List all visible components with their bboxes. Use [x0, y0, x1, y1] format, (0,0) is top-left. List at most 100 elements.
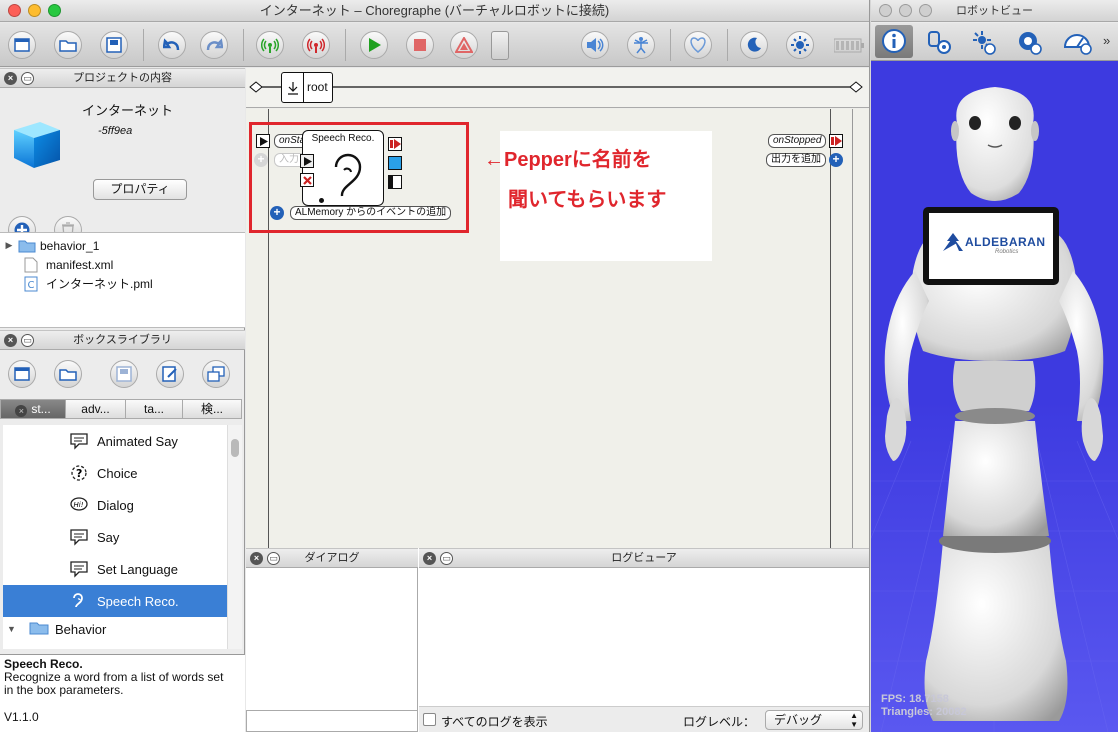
- tree-item-label: インターネット.pml: [46, 277, 153, 291]
- list-item[interactable]: Speech Reco.: [3, 585, 227, 617]
- stop-output-icon: [830, 136, 842, 146]
- close-window-button[interactable]: [879, 4, 892, 17]
- robot-joints-icon[interactable]: [926, 29, 952, 55]
- library-scrollbar[interactable]: [227, 425, 242, 649]
- tab-standard[interactable]: × st...: [0, 399, 66, 419]
- box-version: V1.1.0: [4, 710, 39, 724]
- minimize-window-button[interactable]: [28, 4, 41, 17]
- settings-gear-icon[interactable]: [1016, 29, 1042, 55]
- tree-item-folder[interactable]: ▶ behavior_1: [0, 236, 100, 255]
- tab-label: 検...: [200, 402, 223, 416]
- detach-panel-icon[interactable]: ▭: [440, 552, 453, 565]
- open-project-button[interactable]: [54, 31, 82, 59]
- window-icon: [14, 38, 30, 52]
- tree-item-file[interactable]: manifest.xml: [24, 255, 113, 274]
- library-options-button[interactable]: [202, 360, 230, 388]
- more-tools-icon[interactable]: »: [1103, 33, 1110, 48]
- motors-button[interactable]: [627, 31, 655, 59]
- robot-3d-view[interactable]: ALDEBARAN Robotics FPS: 18.7158 Triangle…: [871, 61, 1118, 732]
- tab-search[interactable]: 検...: [182, 399, 242, 419]
- debug-button[interactable]: [450, 31, 478, 59]
- box-library-header: × ▭ ボックスライブラリ: [0, 330, 245, 350]
- new-project-button[interactable]: [8, 31, 36, 59]
- flow-graph[interactable]: onStart + 入力を追加 onStopped 出力を追加 + Speech…: [246, 109, 869, 548]
- volume-slider[interactable]: [491, 31, 509, 60]
- undo-icon: [163, 38, 180, 51]
- toolbar-separator: [143, 29, 144, 61]
- collapse-arrow-icon[interactable]: ▼: [7, 624, 23, 634]
- breadcrumb-root[interactable]: root: [281, 72, 333, 103]
- play-button[interactable]: [360, 31, 388, 59]
- rest-button[interactable]: [740, 31, 768, 59]
- save-library-button[interactable]: [110, 360, 138, 388]
- log-level-select[interactable]: デバッグ ▲ ▼: [765, 710, 863, 730]
- heart-icon: [690, 37, 706, 53]
- save-icon: [116, 366, 132, 382]
- close-tab-icon[interactable]: ×: [15, 405, 28, 417]
- list-item[interactable]: ? Choice: [3, 457, 227, 489]
- close-panel-icon[interactable]: ×: [250, 552, 263, 565]
- list-item[interactable]: Say: [3, 521, 227, 553]
- show-all-logs-checkbox[interactable]: [423, 713, 436, 726]
- zoom-window-button[interactable]: [919, 4, 932, 17]
- battery-icon: [833, 38, 864, 53]
- edit-library-button[interactable]: [156, 360, 184, 388]
- window-controls: [8, 4, 61, 17]
- panel-title: ダイアログ: [304, 552, 360, 564]
- close-window-button[interactable]: [8, 4, 21, 17]
- detach-panel-icon[interactable]: ▭: [21, 72, 34, 85]
- detach-panel-icon[interactable]: ▭: [21, 334, 34, 347]
- gauge-icon[interactable]: [1063, 29, 1093, 55]
- tree-item-file[interactable]: C インターネット.pml: [24, 274, 153, 293]
- disconnect-button[interactable]: [302, 31, 330, 59]
- robot-window-titlebar: ロボットビュー: [871, 0, 1118, 22]
- detach-panel-icon[interactable]: ▭: [267, 552, 280, 565]
- tab-tablet[interactable]: ta...: [125, 399, 183, 419]
- volume-button[interactable]: [581, 31, 609, 59]
- onstopped-port[interactable]: [829, 134, 843, 148]
- breadcrumb: root: [246, 68, 869, 108]
- dialog-content: [246, 568, 418, 710]
- minimize-window-button[interactable]: [899, 4, 912, 17]
- tab-advanced[interactable]: adv...: [65, 399, 126, 419]
- breadcrumb-track: [249, 81, 863, 93]
- sensors-icon[interactable]: [971, 29, 997, 55]
- breadcrumb-label: root: [307, 80, 328, 94]
- tab-label: adv...: [81, 402, 110, 416]
- close-panel-icon[interactable]: ×: [423, 552, 436, 565]
- undo-button[interactable]: [158, 31, 186, 59]
- tab-label: ta...: [143, 402, 164, 416]
- window-title: ロボットビュー: [956, 5, 1033, 17]
- highlight-box: [249, 122, 469, 233]
- redo-button[interactable]: [200, 31, 228, 59]
- save-project-button[interactable]: [100, 31, 128, 59]
- onstopped-label: onStopped: [768, 134, 827, 148]
- connect-button[interactable]: [256, 31, 284, 59]
- autonomous-life-button[interactable]: [684, 31, 712, 59]
- close-panel-icon[interactable]: ×: [4, 72, 17, 85]
- dialog-input[interactable]: [246, 710, 418, 732]
- close-panel-icon[interactable]: ×: [4, 334, 17, 347]
- panel-title: ボックスライブラリ: [73, 334, 172, 346]
- wake-up-button[interactable]: [786, 31, 814, 59]
- log-footer: すべてのログを表示 ログレベル： デバッグ ▲ ▼: [419, 706, 869, 732]
- svg-text:?: ?: [76, 467, 82, 480]
- speech-bubble-icon: [69, 560, 89, 578]
- info-tab[interactable]: [875, 25, 913, 58]
- window-title: インターネット – Choregraphe (バーチャルロボットに接続): [259, 3, 610, 18]
- add-output-icon[interactable]: +: [829, 153, 843, 167]
- list-item-folder[interactable]: ▼ Behavior: [3, 617, 227, 641]
- moon-icon: [747, 37, 761, 52]
- new-library-button[interactable]: [8, 360, 36, 388]
- list-item[interactable]: Hi! Dialog: [3, 489, 227, 521]
- open-library-button[interactable]: [54, 360, 82, 388]
- list-item-label: Speech Reco.: [97, 593, 179, 609]
- list-item[interactable]: Animated Say: [3, 425, 227, 457]
- list-item[interactable]: Set Language: [3, 553, 227, 585]
- stop-button[interactable]: [406, 31, 434, 59]
- properties-button[interactable]: プロパティ: [93, 179, 187, 200]
- scroll-thumb[interactable]: [231, 439, 239, 457]
- wifi-red-icon: [307, 38, 325, 53]
- expand-arrow-icon[interactable]: ▶: [0, 240, 18, 251]
- zoom-window-button[interactable]: [48, 4, 61, 17]
